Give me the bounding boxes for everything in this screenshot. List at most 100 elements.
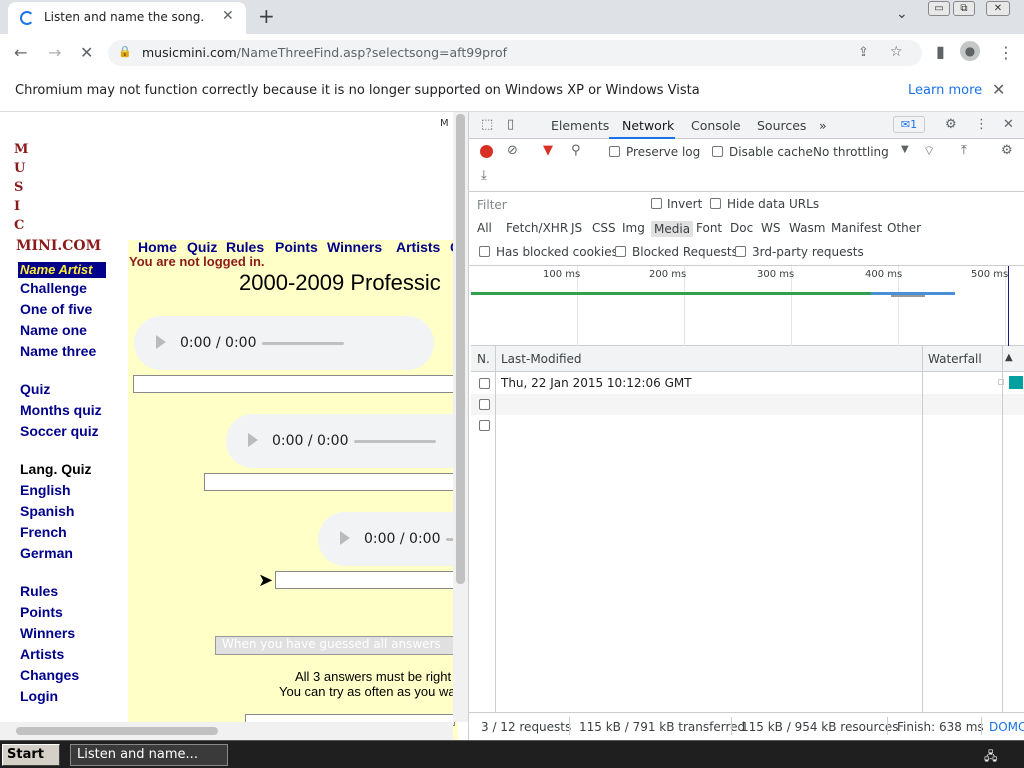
forward-arrow-icon[interactable]: →	[48, 43, 61, 62]
type-media[interactable]: Media	[651, 221, 694, 237]
tab-network[interactable]: Network	[622, 118, 674, 133]
network-conditions-icon[interactable]: ⌔	[923, 143, 935, 159]
restore-button[interactable]: ⧉	[953, 1, 975, 16]
topnav-home[interactable]: Home	[138, 239, 177, 255]
audio-player-2[interactable]: 0:00 / 0:00	[226, 414, 468, 468]
close-devtools-icon[interactable]: ✕	[1003, 117, 1014, 132]
column-divider[interactable]	[922, 346, 923, 712]
taskbar-window-item[interactable]: Listen and name...	[70, 744, 228, 766]
table-row[interactable]	[471, 394, 1024, 415]
tab-close-icon[interactable]: ✕	[222, 8, 234, 24]
bookmark-star-icon[interactable]: ☆	[890, 44, 903, 60]
answer-input-1[interactable]	[133, 375, 457, 393]
sidebar-item-quiz[interactable]: Quiz	[20, 381, 50, 397]
browser-tab[interactable]: Listen and name the song. 86.00 ✕	[8, 2, 246, 34]
inspect-element-icon[interactable]: ⬚	[481, 117, 493, 132]
learn-more-link[interactable]: Learn more	[908, 83, 982, 98]
table-row[interactable]: Thu, 22 Jan 2015 10:12:06 GMT	[471, 373, 1024, 394]
type-other[interactable]: Other	[887, 221, 921, 235]
topnav-quiz[interactable]: Quiz	[187, 239, 217, 255]
minimize-button[interactable]: ▭	[928, 1, 950, 16]
topnav-points[interactable]: Points	[275, 239, 318, 255]
blocked-cookies-checkbox[interactable]	[479, 246, 490, 257]
tab-sources[interactable]: Sources	[757, 118, 806, 133]
tab-elements[interactable]: Elements	[551, 118, 609, 133]
audio-progress[interactable]	[262, 342, 344, 345]
invert-checkbox[interactable]	[651, 198, 662, 209]
system-tray-network-icon[interactable]: 🖧	[984, 747, 997, 768]
third-party-checkbox[interactable]	[735, 246, 746, 257]
table-row[interactable]	[471, 415, 1024, 436]
audio-player-3[interactable]: 0:00 / 0:00	[318, 512, 468, 566]
share-icon[interactable]: ⇪	[858, 45, 869, 60]
play-icon[interactable]	[248, 433, 258, 447]
type-all[interactable]: All	[477, 221, 492, 235]
lock-icon[interactable]: 🔒	[118, 45, 132, 58]
start-button[interactable]: Start	[2, 744, 60, 766]
sidebar-item-points[interactable]: Points	[20, 604, 63, 620]
column-divider[interactable]	[1002, 346, 1003, 712]
column-header-n[interactable]: N.	[477, 352, 490, 366]
record-icon[interactable]	[480, 145, 493, 158]
type-doc[interactable]: Doc	[730, 221, 753, 235]
row-checkbox[interactable]	[479, 378, 490, 389]
sidebar-item-english[interactable]: English	[20, 482, 71, 498]
filter-funnel-icon[interactable]: ▼	[543, 143, 553, 158]
timeline-overview[interactable]: 100 ms 200 ms 300 ms 400 ms 500 ms	[471, 266, 1024, 346]
type-manifest[interactable]: Manifest	[831, 221, 882, 235]
scroll-thumb[interactable]	[456, 114, 465, 584]
column-header-last-modified[interactable]: Last-Modified	[501, 352, 582, 366]
sidebar-item-name-three[interactable]: Name three	[20, 343, 96, 359]
horizontal-scrollbar[interactable]	[0, 722, 453, 740]
sort-ascending-icon[interactable]: ▲	[1005, 352, 1013, 363]
play-icon[interactable]	[340, 531, 350, 545]
dropdown-caret-icon[interactable]: ▼	[901, 144, 909, 155]
more-tabs-icon[interactable]: »	[819, 118, 827, 133]
hide-data-urls-checkbox[interactable]	[710, 198, 721, 209]
type-img[interactable]: Img	[622, 221, 645, 235]
topnav-winners[interactable]: Winners	[327, 239, 382, 255]
profile-avatar-icon[interactable]: ●	[960, 41, 980, 61]
topnav-artists[interactable]: Artists	[396, 239, 440, 255]
sidebar-item-soccer-quiz[interactable]: Soccer quiz	[20, 423, 99, 439]
sidebar-item-changes[interactable]: Changes	[20, 667, 79, 683]
new-tab-button[interactable]: +	[258, 4, 275, 28]
column-divider[interactable]	[495, 346, 496, 712]
column-header-waterfall[interactable]: Waterfall	[928, 352, 982, 366]
sidebar-item-french[interactable]: French	[20, 524, 67, 540]
topnav-rules[interactable]: Rules	[226, 239, 264, 255]
export-har-icon[interactable]: ⤓	[481, 168, 487, 183]
search-icon[interactable]: ⚲	[571, 143, 581, 158]
submit-answers-button[interactable]: When you have guessed all answers	[215, 636, 468, 655]
sidebar-item-artists[interactable]: Artists	[20, 646, 64, 662]
vertical-scrollbar[interactable]	[453, 112, 468, 722]
close-window-button[interactable]: ✕	[986, 1, 1010, 16]
sidepanel-icon[interactable]: ▮	[936, 42, 945, 61]
clear-icon[interactable]: ⊘	[507, 143, 518, 158]
sidebar-name-artist[interactable]: Name Artist	[18, 262, 106, 278]
type-ws[interactable]: WS	[761, 221, 780, 235]
tab-console[interactable]: Console	[691, 118, 741, 133]
sidebar-item-german[interactable]: German	[20, 545, 73, 561]
scroll-thumb[interactable]	[16, 727, 218, 735]
sidebar-item-months-quiz[interactable]: Months quiz	[20, 402, 102, 418]
settings-gear-icon[interactable]: ⚙	[945, 117, 957, 132]
sidebar-item-winners[interactable]: Winners	[20, 625, 75, 641]
type-font[interactable]: Font	[696, 221, 722, 235]
audio-progress[interactable]	[354, 440, 436, 443]
issues-badge[interactable]: ✉1	[893, 116, 925, 133]
sidebar-item-spanish[interactable]: Spanish	[20, 503, 74, 519]
type-js[interactable]: JS	[571, 221, 582, 235]
type-fetch-xhr[interactable]: Fetch/XHR	[506, 221, 568, 235]
audio-player-1[interactable]: 0:00 / 0:00	[134, 316, 434, 370]
sidebar-item-challenge[interactable]: Challenge	[20, 280, 87, 296]
throttling-select[interactable]: No throttling	[813, 145, 889, 159]
blocked-requests-checkbox[interactable]	[615, 246, 626, 257]
disable-cache-checkbox[interactable]	[712, 146, 723, 157]
play-icon[interactable]	[156, 335, 166, 349]
tab-search-chevron-icon[interactable]: ⌄	[896, 6, 908, 22]
stop-icon[interactable]: ✕	[80, 43, 93, 62]
menu-kebab-icon[interactable]: ⋮	[998, 43, 1014, 62]
sidebar-item-rules[interactable]: Rules	[20, 583, 58, 599]
network-settings-gear-icon[interactable]: ⚙	[1001, 143, 1013, 158]
